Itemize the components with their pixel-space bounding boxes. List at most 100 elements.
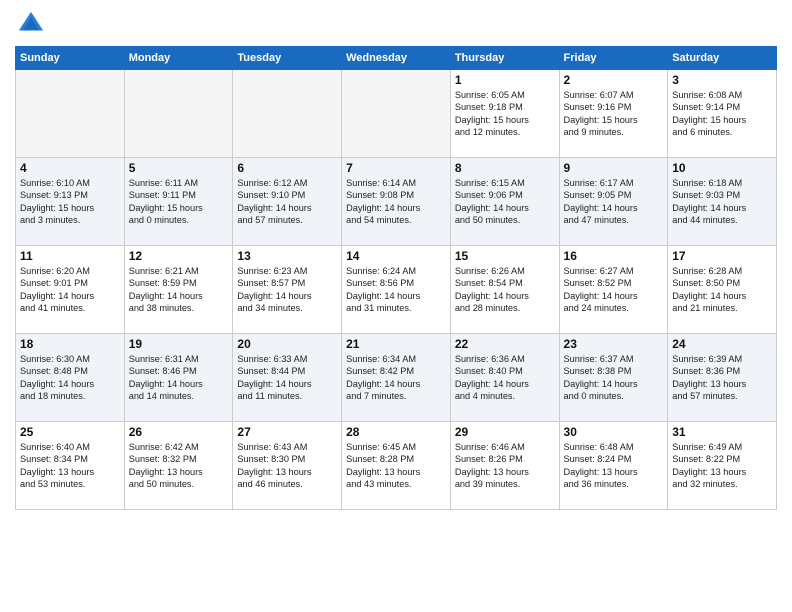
weekday-header-friday: Friday	[559, 47, 668, 70]
calendar-cell: 19 Sunrise: 6:31 AMSunset: 8:46 PMDayligh…	[124, 334, 233, 422]
day-info: Sunrise: 6:28 AMSunset: 8:50 PMDaylight:…	[672, 265, 772, 315]
calendar-cell	[342, 70, 451, 158]
day-info: Sunrise: 6:46 AMSunset: 8:26 PMDaylight:…	[455, 441, 555, 491]
calendar-cell: 8 Sunrise: 6:15 AMSunset: 9:06 PMDaylight…	[450, 158, 559, 246]
day-info: Sunrise: 6:05 AMSunset: 9:18 PMDaylight:…	[455, 89, 555, 139]
day-number: 2	[564, 73, 664, 87]
day-info: Sunrise: 6:34 AMSunset: 8:42 PMDaylight:…	[346, 353, 446, 403]
day-info: Sunrise: 6:48 AMSunset: 8:24 PMDaylight:…	[564, 441, 664, 491]
day-info: Sunrise: 6:21 AMSunset: 8:59 PMDaylight:…	[129, 265, 229, 315]
calendar-cell: 21 Sunrise: 6:34 AMSunset: 8:42 PMDayligh…	[342, 334, 451, 422]
day-info: Sunrise: 6:30 AMSunset: 8:48 PMDaylight:…	[20, 353, 120, 403]
calendar-week-1: 1 Sunrise: 6:05 AMSunset: 9:18 PMDaylight…	[16, 70, 777, 158]
day-number: 28	[346, 425, 446, 439]
day-number: 12	[129, 249, 229, 263]
calendar-cell: 1 Sunrise: 6:05 AMSunset: 9:18 PMDaylight…	[450, 70, 559, 158]
day-number: 21	[346, 337, 446, 351]
calendar-header-row: SundayMondayTuesdayWednesdayThursdayFrid…	[16, 47, 777, 70]
day-info: Sunrise: 6:49 AMSunset: 8:22 PMDaylight:…	[672, 441, 772, 491]
day-number: 17	[672, 249, 772, 263]
calendar-cell: 26Sunrise: 6:42 AMSunset: 8:32 PMDayligh…	[124, 422, 233, 510]
calendar-cell: 15 Sunrise: 6:26 AMSunset: 8:54 PMDayligh…	[450, 246, 559, 334]
day-number: 15	[455, 249, 555, 263]
day-info: Sunrise: 6:18 AMSunset: 9:03 PMDaylight:…	[672, 177, 772, 227]
calendar-cell: 4 Sunrise: 6:10 AMSunset: 9:13 PMDaylight…	[16, 158, 125, 246]
day-number: 8	[455, 161, 555, 175]
day-number: 24	[672, 337, 772, 351]
day-number: 10	[672, 161, 772, 175]
calendar-cell: 31 Sunrise: 6:49 AMSunset: 8:22 PMDayligh…	[668, 422, 777, 510]
day-info: Sunrise: 6:37 AMSunset: 8:38 PMDaylight:…	[564, 353, 664, 403]
calendar-cell: 25 Sunrise: 6:40 AMSunset: 8:34 PMDayligh…	[16, 422, 125, 510]
page: SundayMondayTuesdayWednesdayThursdayFrid…	[0, 0, 792, 612]
day-number: 5	[129, 161, 229, 175]
day-number: 23	[564, 337, 664, 351]
calendar-cell: 3 Sunrise: 6:08 AMSunset: 9:14 PMDaylight…	[668, 70, 777, 158]
day-number: 30	[564, 425, 664, 439]
calendar-week-4: 18 Sunrise: 6:30 AMSunset: 8:48 PMDayligh…	[16, 334, 777, 422]
calendar-week-3: 11 Sunrise: 6:20 AMSunset: 9:01 PMDayligh…	[16, 246, 777, 334]
day-info: Sunrise: 6:15 AMSunset: 9:06 PMDaylight:…	[455, 177, 555, 227]
calendar-cell: 23 Sunrise: 6:37 AMSunset: 8:38 PMDayligh…	[559, 334, 668, 422]
day-info: Sunrise: 6:14 AMSunset: 9:08 PMDaylight:…	[346, 177, 446, 227]
day-number: 7	[346, 161, 446, 175]
day-number: 11	[20, 249, 120, 263]
calendar-cell: 27 Sunrise: 6:43 AMSunset: 8:30 PMDayligh…	[233, 422, 342, 510]
calendar-cell: 11 Sunrise: 6:20 AMSunset: 9:01 PMDayligh…	[16, 246, 125, 334]
weekday-header-tuesday: Tuesday	[233, 47, 342, 70]
calendar-cell: 18 Sunrise: 6:30 AMSunset: 8:48 PMDayligh…	[16, 334, 125, 422]
day-info: Sunrise: 6:39 AMSunset: 8:36 PMDaylight:…	[672, 353, 772, 403]
day-info: Sunrise: 6:27 AMSunset: 8:52 PMDaylight:…	[564, 265, 664, 315]
day-number: 1	[455, 73, 555, 87]
day-number: 22	[455, 337, 555, 351]
calendar-cell: 24 Sunrise: 6:39 AMSunset: 8:36 PMDayligh…	[668, 334, 777, 422]
day-number: 19	[129, 337, 229, 351]
day-info: Sunrise: 6:33 AMSunset: 8:44 PMDaylight:…	[237, 353, 337, 403]
calendar-cell: 17 Sunrise: 6:28 AMSunset: 8:50 PMDayligh…	[668, 246, 777, 334]
day-number: 25	[20, 425, 120, 439]
day-info: Sunrise: 6:26 AMSunset: 8:54 PMDaylight:…	[455, 265, 555, 315]
day-info: Sunrise: 6:36 AMSunset: 8:40 PMDaylight:…	[455, 353, 555, 403]
day-info: Sunrise: 6:43 AMSunset: 8:30 PMDaylight:…	[237, 441, 337, 491]
header	[15, 10, 777, 38]
day-number: 4	[20, 161, 120, 175]
weekday-header-saturday: Saturday	[668, 47, 777, 70]
weekday-header-sunday: Sunday	[16, 47, 125, 70]
calendar-week-2: 4 Sunrise: 6:10 AMSunset: 9:13 PMDaylight…	[16, 158, 777, 246]
day-info: Sunrise: 6:08 AMSunset: 9:14 PMDaylight:…	[672, 89, 772, 139]
day-number: 26	[129, 425, 229, 439]
calendar-cell: 29Sunrise: 6:46 AMSunset: 8:26 PMDayligh…	[450, 422, 559, 510]
calendar-cell: 14 Sunrise: 6:24 AMSunset: 8:56 PMDayligh…	[342, 246, 451, 334]
calendar-cell: 20 Sunrise: 6:33 AMSunset: 8:44 PMDayligh…	[233, 334, 342, 422]
day-number: 27	[237, 425, 337, 439]
day-info: Sunrise: 6:24 AMSunset: 8:56 PMDaylight:…	[346, 265, 446, 315]
calendar-cell: 2Sunrise: 6:07 AMSunset: 9:16 PMDaylight…	[559, 70, 668, 158]
day-info: Sunrise: 6:31 AMSunset: 8:46 PMDaylight:…	[129, 353, 229, 403]
day-info: Sunrise: 6:45 AMSunset: 8:28 PMDaylight:…	[346, 441, 446, 491]
day-number: 14	[346, 249, 446, 263]
day-number: 18	[20, 337, 120, 351]
day-number: 3	[672, 73, 772, 87]
weekday-header-thursday: Thursday	[450, 47, 559, 70]
calendar-cell: 16Sunrise: 6:27 AMSunset: 8:52 PMDayligh…	[559, 246, 668, 334]
calendar-cell: 28 Sunrise: 6:45 AMSunset: 8:28 PMDayligh…	[342, 422, 451, 510]
weekday-header-wednesday: Wednesday	[342, 47, 451, 70]
day-info: Sunrise: 6:40 AMSunset: 8:34 PMDaylight:…	[20, 441, 120, 491]
weekday-header-monday: Monday	[124, 47, 233, 70]
calendar-cell: 30 Sunrise: 6:48 AMSunset: 8:24 PMDayligh…	[559, 422, 668, 510]
calendar: SundayMondayTuesdayWednesdayThursdayFrid…	[15, 46, 777, 510]
day-number: 20	[237, 337, 337, 351]
day-info: Sunrise: 6:20 AMSunset: 9:01 PMDaylight:…	[20, 265, 120, 315]
calendar-cell: 10 Sunrise: 6:18 AMSunset: 9:03 PMDayligh…	[668, 158, 777, 246]
day-info: Sunrise: 6:11 AMSunset: 9:11 PMDaylight:…	[129, 177, 229, 227]
calendar-cell: 12 Sunrise: 6:21 AMSunset: 8:59 PMDayligh…	[124, 246, 233, 334]
day-info: Sunrise: 6:10 AMSunset: 9:13 PMDaylight:…	[20, 177, 120, 227]
day-number: 31	[672, 425, 772, 439]
logo	[15, 10, 45, 38]
calendar-cell: 22 Sunrise: 6:36 AMSunset: 8:40 PMDayligh…	[450, 334, 559, 422]
calendar-cell	[233, 70, 342, 158]
day-number: 9	[564, 161, 664, 175]
calendar-cell: 6Sunrise: 6:12 AMSunset: 9:10 PMDaylight…	[233, 158, 342, 246]
calendar-week-5: 25 Sunrise: 6:40 AMSunset: 8:34 PMDayligh…	[16, 422, 777, 510]
logo-icon	[17, 10, 45, 38]
